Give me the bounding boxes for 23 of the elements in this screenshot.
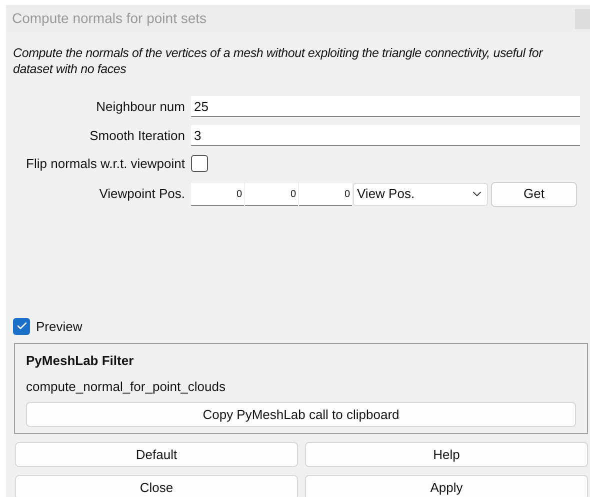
function-name: compute_normal_for_point_clouds xyxy=(26,378,226,396)
number-field[interactable]: 0 xyxy=(299,182,352,206)
param-label: Flip normals w.r.t. viewpoint xyxy=(25,155,185,173)
number-field[interactable]: 0 xyxy=(191,182,244,206)
dialog-button[interactable]: Help xyxy=(305,442,588,467)
checkbox[interactable] xyxy=(13,318,30,335)
param-label: Viewpoint Pos. xyxy=(98,185,185,204)
window-title: Compute normals for point sets xyxy=(12,9,207,28)
dialog-button[interactable]: Close xyxy=(15,475,298,497)
dialog-button[interactable]: Default xyxy=(15,442,298,467)
panel-title: PyMeshLab Filter xyxy=(26,352,135,370)
param-label: Neighbour num xyxy=(95,98,185,116)
dialog-button[interactable]: Apply xyxy=(305,475,588,497)
description: Compute the normals of the vertices of a mesh without exploiting the triangle connectivity, useful for dataset with no faces xyxy=(13,45,544,77)
copy-button[interactable]: Copy PyMeshLab call to clipboard xyxy=(26,402,576,427)
text-field[interactable]: 25 xyxy=(191,96,580,117)
checkbox[interactable] xyxy=(191,155,208,172)
number-field[interactable]: 0 xyxy=(245,182,298,206)
view-dropdown[interactable]: View Pos. xyxy=(353,182,488,206)
preview-label: Preview xyxy=(36,318,82,336)
text-field[interactable]: 3 xyxy=(191,125,580,146)
param-label: Smooth Iteration xyxy=(88,126,185,145)
get-button[interactable]: Get xyxy=(491,182,577,206)
